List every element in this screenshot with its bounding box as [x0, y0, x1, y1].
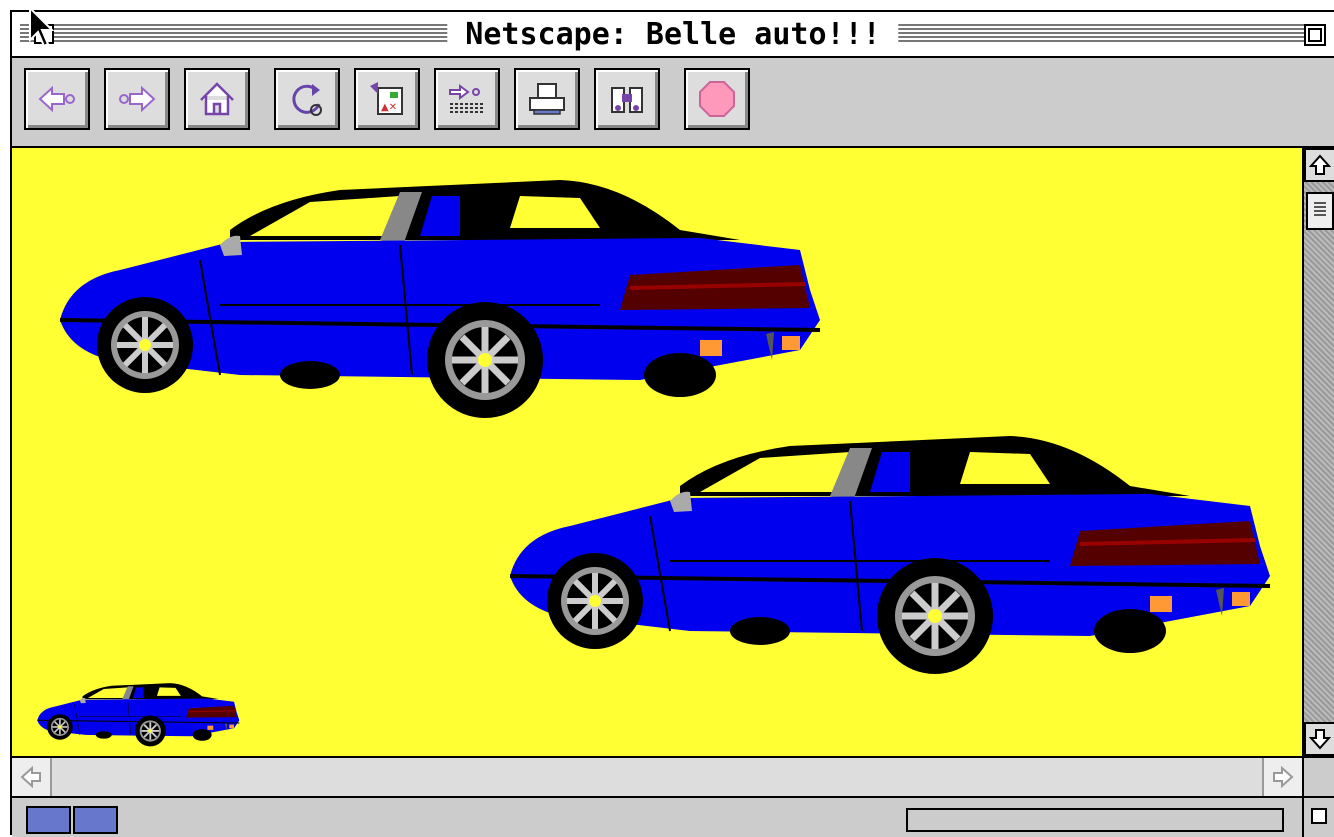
progress-bar	[906, 808, 1284, 832]
home-icon	[200, 82, 234, 116]
down-arrow-icon	[1309, 729, 1331, 750]
mouse-pointer-icon	[29, 6, 54, 48]
page-content	[12, 148, 1302, 756]
printer-icon	[529, 83, 565, 115]
reload-icon	[292, 84, 322, 116]
security-key-icon[interactable]	[26, 806, 118, 834]
find-button[interactable]	[594, 68, 660, 130]
browser-window: Netscape: Belle auto!!! ▲✕	[10, 10, 1334, 837]
car-image-large-bottom	[490, 426, 1280, 686]
back-button[interactable]	[24, 68, 90, 130]
vertical-scroll-thumb[interactable]	[1306, 192, 1334, 230]
car-image-large-top	[40, 170, 830, 430]
scroll-down-button[interactable]	[1304, 722, 1334, 756]
binoculars-icon	[611, 87, 643, 113]
status-bar	[12, 796, 1302, 837]
forward-arrow-icon	[119, 85, 156, 113]
images-button[interactable]: ▲✕	[354, 68, 420, 130]
reload-button[interactable]	[274, 68, 340, 130]
right-arrow-icon	[1273, 766, 1294, 788]
title-bar[interactable]: Netscape: Belle auto!!!	[12, 12, 1334, 58]
scrollbar-corner	[1302, 756, 1334, 796]
svg-text:▲✕: ▲✕	[381, 102, 397, 113]
up-arrow-icon	[1309, 154, 1331, 175]
grow-box-icon[interactable]	[1302, 796, 1334, 837]
forward-button[interactable]	[104, 68, 170, 130]
scroll-left-button[interactable]	[12, 758, 52, 796]
open-button[interactable]	[434, 68, 500, 130]
horizontal-scrollbar[interactable]	[12, 756, 1302, 796]
vertical-scroll-track[interactable]	[1304, 182, 1334, 722]
stop-button[interactable]	[684, 68, 750, 130]
scroll-right-button[interactable]	[1262, 758, 1302, 796]
zoom-box-icon[interactable]	[1304, 24, 1326, 46]
print-button[interactable]	[514, 68, 580, 130]
scroll-up-button[interactable]	[1304, 148, 1334, 182]
window-title: Netscape: Belle auto!!!	[447, 16, 899, 54]
left-arrow-icon	[20, 766, 41, 788]
home-button[interactable]	[184, 68, 250, 130]
toolbar: ▲✕	[12, 58, 1334, 148]
open-location-icon	[449, 84, 484, 113]
stop-icon	[699, 81, 735, 117]
images-icon: ▲✕	[370, 82, 403, 115]
back-arrow-icon	[38, 85, 75, 113]
car-image-thumbnail	[36, 682, 241, 748]
vertical-scrollbar[interactable]	[1302, 148, 1334, 756]
